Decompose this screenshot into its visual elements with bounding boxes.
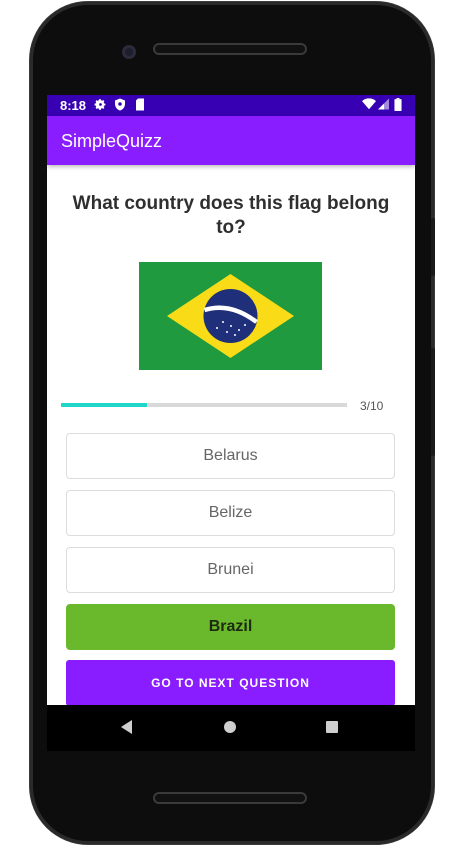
app-title: SimpleQuizz: [61, 131, 163, 151]
brazil-flag: [139, 262, 322, 370]
battery-icon: [394, 98, 402, 111]
power-button: [431, 218, 435, 276]
status-bar: 8:18: [47, 95, 415, 116]
screen: 8:18 SimpleQuizz What country does this …: [47, 95, 415, 705]
volume-button: [431, 348, 435, 456]
bottom-speaker: [153, 792, 307, 804]
back-icon[interactable]: [121, 720, 132, 734]
answer-option-belize[interactable]: Belize: [66, 490, 395, 536]
next-question-button[interactable]: GO TO NEXT QUESTION: [66, 660, 395, 705]
recents-icon[interactable]: [326, 721, 338, 733]
shield-icon: [115, 98, 125, 111]
wifi-icon: [362, 98, 376, 110]
signal-icon: [378, 98, 389, 110]
progress-bar: [61, 403, 347, 407]
home-icon[interactable]: [224, 721, 236, 733]
navigation-bar: [47, 705, 415, 751]
top-speaker: [153, 43, 307, 55]
question-text: What country does this flag belong to?: [72, 193, 390, 238]
gear-icon: [94, 99, 106, 110]
status-time: 8:18: [60, 98, 87, 113]
answer-option-brunei[interactable]: Brunei: [66, 547, 395, 593]
app-bar: SimpleQuizz: [47, 116, 415, 165]
progress-fill: [61, 403, 147, 407]
sd-card-icon: [136, 98, 144, 111]
answer-option-brazil[interactable]: Brazil: [66, 604, 395, 650]
answer-option-belarus[interactable]: Belarus: [66, 433, 395, 479]
front-camera: [122, 45, 136, 59]
progress-label: 3/10: [360, 399, 384, 413]
